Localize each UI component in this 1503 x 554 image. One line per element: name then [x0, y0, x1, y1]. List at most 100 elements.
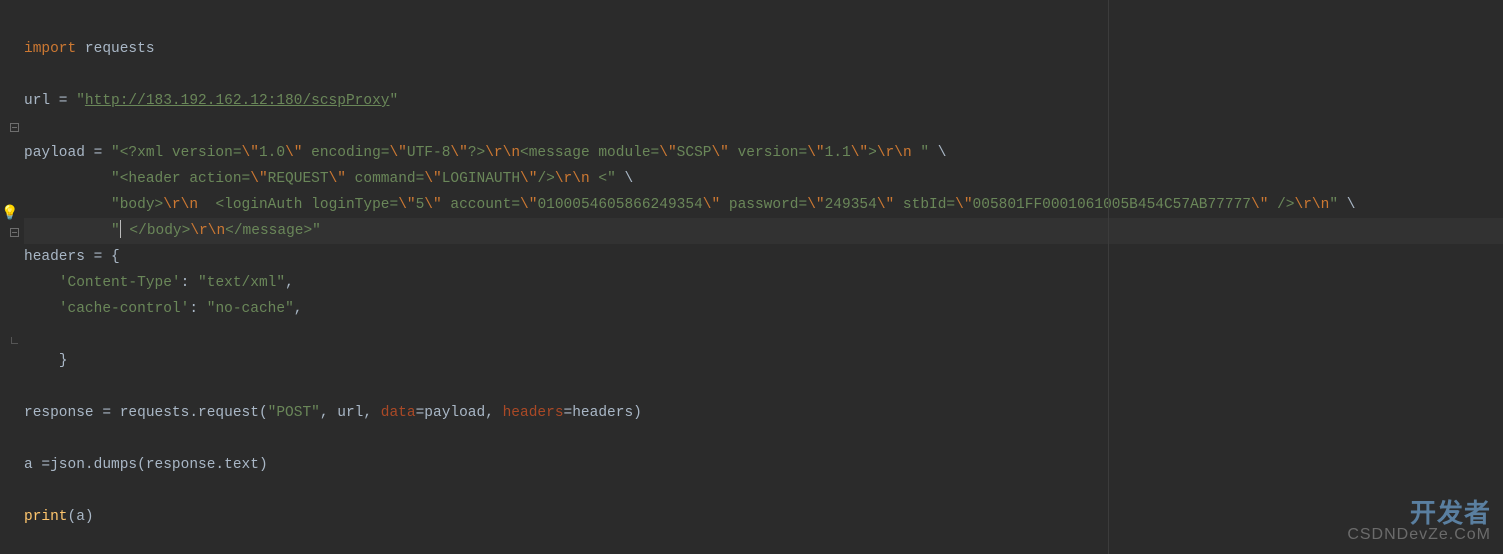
punct: }: [59, 353, 68, 369]
string: />: [1268, 197, 1294, 213]
identifier: a =json.dumps(response.text): [24, 457, 268, 473]
escape: \": [424, 171, 441, 187]
indent: [24, 353, 59, 369]
string: encoding=: [302, 145, 389, 161]
string: 0100054605866249354: [537, 197, 702, 213]
indent: [24, 275, 59, 291]
string: </body>: [121, 223, 191, 239]
code-line: [24, 426, 1503, 452]
string: command=: [346, 171, 424, 187]
string: "no-cache": [207, 301, 294, 317]
indent: [24, 301, 59, 317]
code-line: headers = {: [24, 244, 1503, 270]
string: SCSP: [677, 145, 712, 161]
fold-marker-icon[interactable]: [10, 123, 19, 132]
string: UTF-8: [407, 145, 451, 161]
code-line: url = "http://183.192.162.12:180/scspPro…: [24, 88, 1503, 114]
watermark: 开发者 CSDNDevZe.CoM: [1347, 500, 1491, 548]
gutter: 💡: [0, 0, 22, 554]
escape: \r\n: [555, 171, 590, 187]
punct: ,: [294, 301, 303, 317]
escape: \": [955, 197, 972, 213]
keyword: import: [24, 41, 76, 57]
string: />: [537, 171, 554, 187]
string: 249354: [825, 197, 877, 213]
identifier: payload =: [24, 145, 111, 161]
fold-marker-icon[interactable]: [10, 228, 19, 237]
punct: :: [181, 275, 198, 291]
string: 5: [416, 197, 425, 213]
string: 'Content-Type': [59, 275, 181, 291]
escape: \r\n: [485, 145, 520, 161]
identifier: , url,: [320, 405, 381, 421]
code-line: response = requests.request("POST", url,…: [24, 400, 1503, 426]
identifier: url =: [24, 93, 76, 109]
identifier: (a): [68, 509, 94, 525]
code-line-active: " </body>\r\n</message>": [24, 218, 1503, 244]
string: 1.1: [825, 145, 851, 161]
code-area[interactable]: import requests url = "http://183.192.16…: [22, 0, 1503, 554]
indent: [24, 171, 111, 187]
string: stbId=: [894, 197, 955, 213]
string: LOGINAUTH: [442, 171, 520, 187]
continuation: \: [929, 145, 946, 161]
escape: \": [807, 145, 824, 161]
string: ": [1329, 197, 1338, 213]
string: >: [868, 145, 877, 161]
text-cursor: [120, 220, 121, 238]
escape: \": [285, 145, 302, 161]
margin-guide: [1108, 0, 1109, 554]
code-line: 'Content-Type': "text/xml",: [24, 270, 1503, 296]
escape: \": [520, 171, 537, 187]
string: "body>: [111, 197, 163, 213]
string: password=: [720, 197, 807, 213]
code-line: [24, 10, 1503, 36]
code-line: [24, 114, 1503, 140]
code-line: import requests: [24, 36, 1503, 62]
string: "<?xml version=: [111, 145, 242, 161]
escape: \": [1251, 197, 1268, 213]
code-line: payload = "<?xml version=\"1.0\" encodin…: [24, 140, 1503, 166]
code-line: [24, 322, 1503, 348]
escape: \": [398, 197, 415, 213]
identifier: =payload,: [416, 405, 503, 421]
escape: \": [242, 145, 259, 161]
code-line: "<header action=\"REQUEST\" command=\"LO…: [24, 166, 1503, 192]
string: REQUEST: [268, 171, 329, 187]
string: 'cache-control': [59, 301, 190, 317]
string: ": [111, 223, 120, 239]
escape: \r\n: [163, 197, 198, 213]
code-line: 'cache-control': "no-cache",: [24, 296, 1503, 322]
fold-end-icon: [11, 337, 18, 344]
string: "text/xml": [198, 275, 285, 291]
escape: \": [659, 145, 676, 161]
string: </message>": [225, 223, 321, 239]
param: headers: [503, 405, 564, 421]
string: "POST": [268, 405, 320, 421]
punct: ,: [285, 275, 294, 291]
string: 005801FF0001061005B454C57AB77777: [973, 197, 1251, 213]
escape: \": [807, 197, 824, 213]
identifier: =headers): [564, 405, 642, 421]
url-string[interactable]: http://183.192.162.12:180/scspProxy: [85, 93, 390, 109]
lightbulb-icon[interactable]: 💡: [2, 206, 18, 222]
string: account=: [442, 197, 520, 213]
string: <loginAuth loginType=: [198, 197, 398, 213]
code-line: a =json.dumps(response.text): [24, 452, 1503, 478]
string: ?>: [468, 145, 485, 161]
string: ": [76, 93, 85, 109]
string: version=: [729, 145, 807, 161]
escape: \r\n: [877, 145, 912, 161]
param: data: [381, 405, 416, 421]
escape: \": [250, 171, 267, 187]
code-editor[interactable]: 💡 import requests url = "http://183.192.…: [0, 0, 1503, 554]
identifier: headers = {: [24, 249, 120, 265]
string: "<header action=: [111, 171, 250, 187]
code-line: print(a): [24, 504, 1503, 530]
string: <": [590, 171, 616, 187]
string: 1.0: [259, 145, 285, 161]
escape: \": [329, 171, 346, 187]
escape: \r\n: [1295, 197, 1330, 213]
escape: \": [877, 197, 894, 213]
escape: \r\n: [190, 223, 225, 239]
